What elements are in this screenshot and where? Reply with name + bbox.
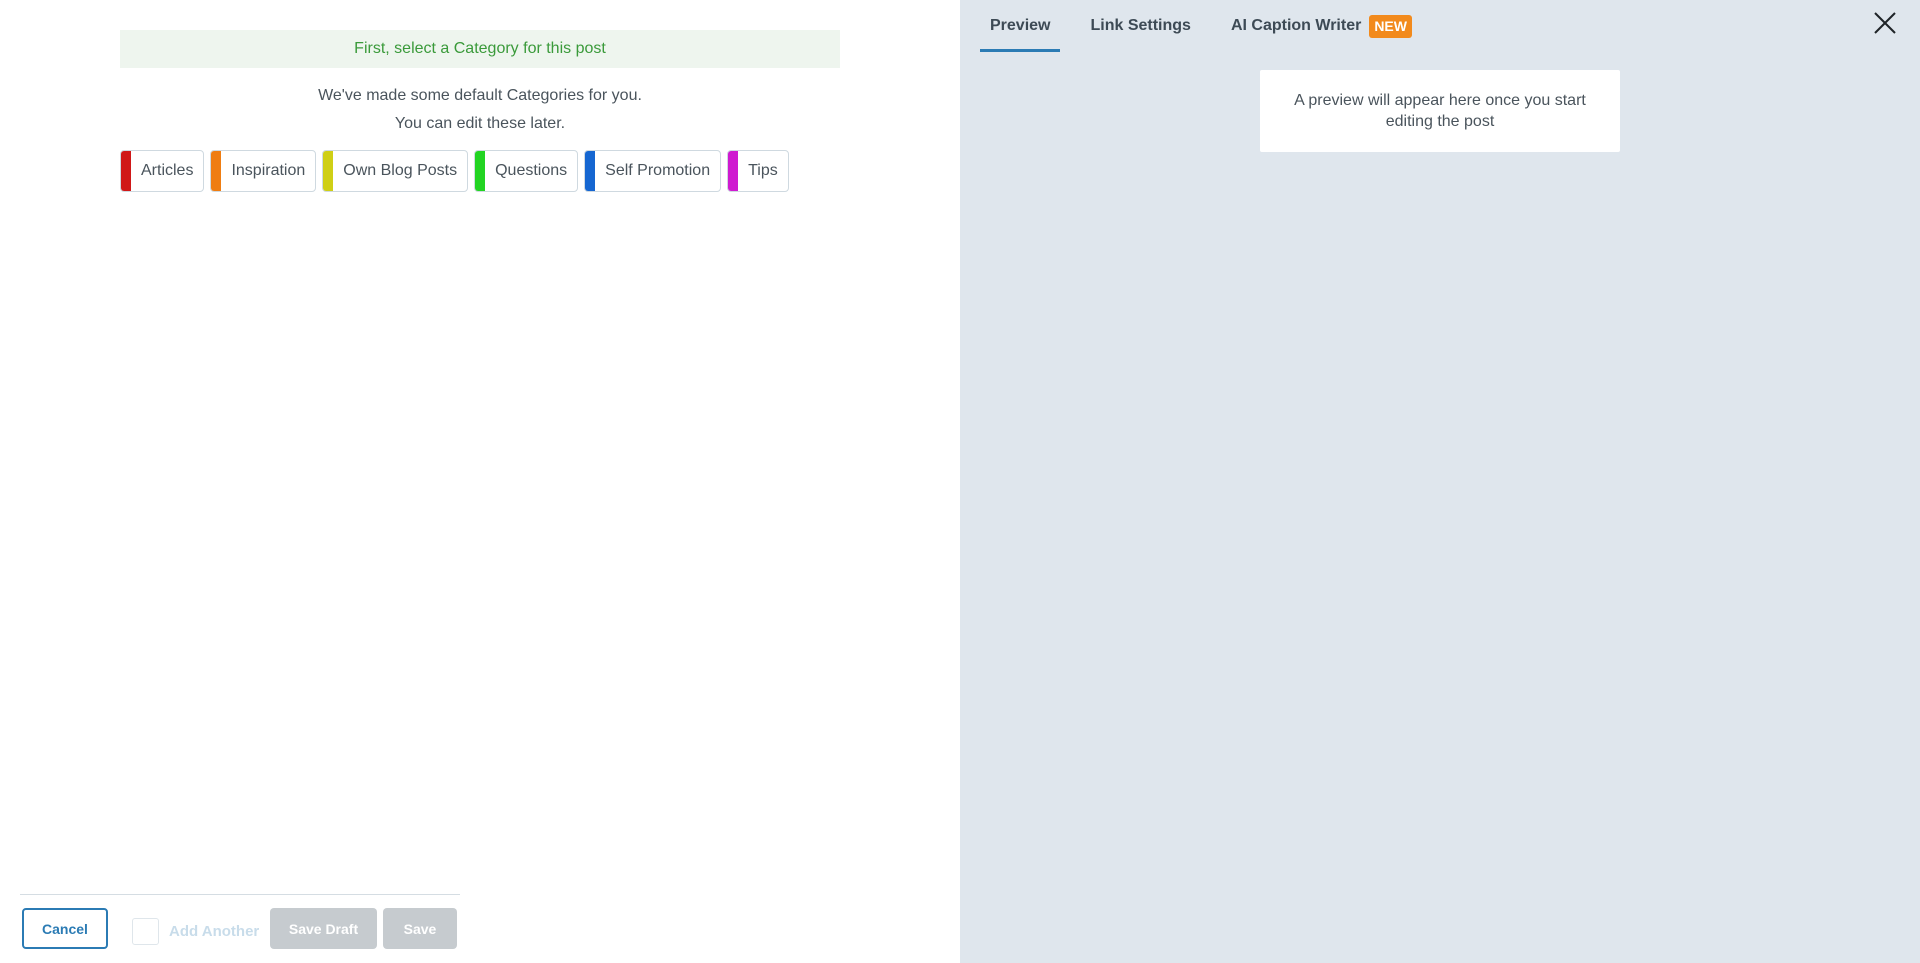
category-list: Articles Inspiration Own Blog Posts Ques… [120,150,789,192]
intro-line-1: We've made some default Categories for y… [318,87,642,104]
close-icon[interactable] [1872,10,1898,36]
category-inspiration[interactable]: Inspiration [210,150,317,192]
tab-preview[interactable]: Preview [980,0,1061,52]
category-swatch [585,151,596,191]
preview-placeholder-text: A preview will appear here once you star… [1294,92,1586,130]
category-label: Inspiration [231,162,306,179]
add-another-toggle[interactable]: Add Another [132,918,259,945]
save-draft-button[interactable]: Save Draft [270,908,377,949]
category-articles[interactable]: Articles [120,150,205,192]
category-label: Tips [748,162,778,179]
preview-placeholder-card: A preview will appear here once you star… [1260,70,1620,152]
new-badge: NEW [1369,14,1412,38]
category-label: Articles [141,162,194,179]
category-swatch [323,151,334,191]
preview-tabs: Preview Link Settings AI Caption Writer … [980,0,1442,52]
footer-divider [20,894,460,895]
category-own-blog-posts[interactable]: Own Blog Posts [322,150,469,192]
category-label: Questions [495,162,568,179]
tab-label: Link Settings [1090,17,1191,34]
category-intro: We've made some default Categories for y… [120,82,840,138]
category-swatch [121,151,131,191]
category-swatch [475,151,486,191]
tab-label: Preview [990,17,1051,34]
tab-ai-caption-writer[interactable]: AI Caption Writer NEW [1221,0,1422,52]
category-self-promotion[interactable]: Self Promotion [584,150,722,192]
post-editor-pane: First, select a Category for this post W… [0,0,960,963]
category-questions[interactable]: Questions [474,150,579,192]
category-label: Self Promotion [605,162,711,179]
preview-pane: Preview Link Settings AI Caption Writer … [960,0,1920,963]
intro-line-2: You can edit these later. [394,115,566,132]
category-notice: First, select a Category for this post [120,30,840,68]
tab-link-settings[interactable]: Link Settings [1080,0,1200,52]
save-button[interactable]: Save [383,908,457,949]
cancel-button[interactable]: Cancel [22,908,108,949]
tab-label: AI Caption Writer [1230,17,1362,34]
category-swatch [211,151,222,191]
add-another-checkbox[interactable] [132,918,159,945]
category-tips[interactable]: Tips [727,150,789,192]
add-another-label: Add Another [169,923,260,940]
category-swatch [728,151,739,191]
category-label: Own Blog Posts [343,162,458,179]
close-icon-glyph [1874,12,1896,34]
